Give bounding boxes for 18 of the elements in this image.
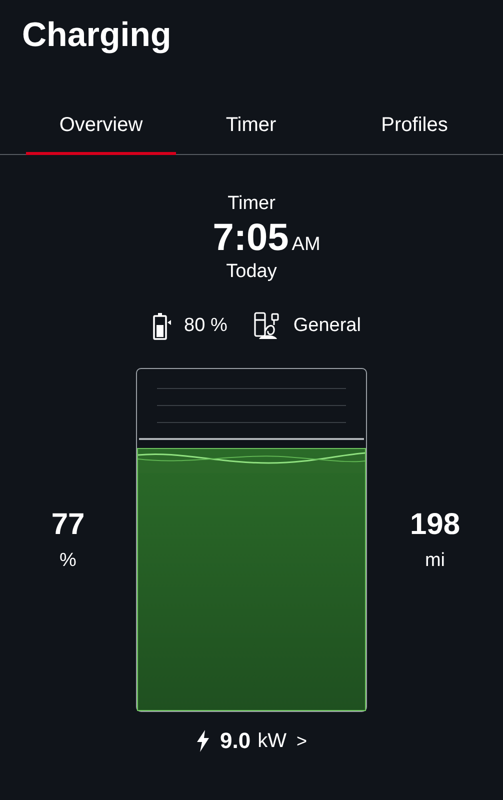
percent-unit: % xyxy=(60,550,76,572)
timer-label: Timer xyxy=(228,192,276,216)
timer-am-pm: AM xyxy=(292,234,320,256)
charge-target: 80 % xyxy=(184,315,228,337)
timer-time: 7:05 xyxy=(212,216,289,260)
tab[interactable]: Overview xyxy=(26,106,176,155)
charging-station-icon xyxy=(253,311,282,341)
timer-day: Today xyxy=(226,260,277,284)
range-value: 198 xyxy=(410,508,460,542)
range-unit: mi xyxy=(424,550,446,572)
battery-icon xyxy=(152,312,172,340)
lightning-icon xyxy=(196,730,210,752)
charging-profile: General xyxy=(293,315,361,337)
tab[interactable]: Timer xyxy=(176,106,326,155)
tab[interactable]: Profiles xyxy=(326,106,503,155)
page-title: Charging xyxy=(22,15,172,56)
charge-percent: 77 xyxy=(51,508,85,542)
charging-power-button[interactable]: 9.0 kW > xyxy=(190,726,313,756)
